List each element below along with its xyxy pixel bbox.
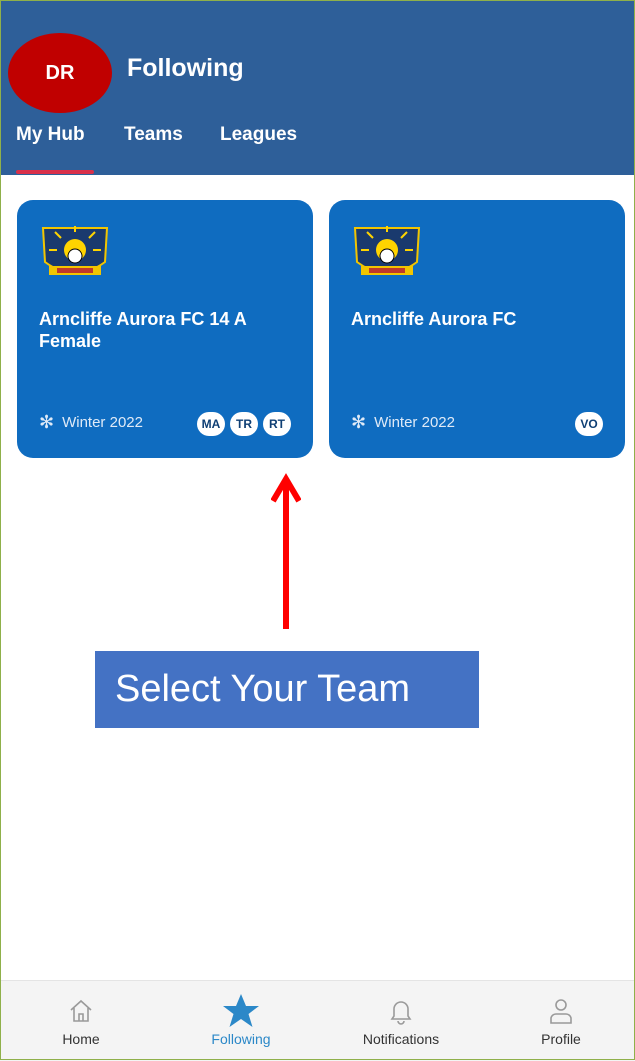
aurora-crest-icon	[41, 226, 109, 275]
nav-notifications[interactable]: Notifications	[336, 981, 466, 1061]
member-badge: MA	[197, 412, 225, 436]
nav-label: Profile	[541, 1031, 581, 1047]
season-label: Winter 2022	[62, 414, 143, 431]
member-badge: RT	[263, 412, 291, 436]
select-team-callout: Select Your Team	[95, 651, 479, 728]
nav-label: Home	[62, 1031, 100, 1047]
tab-bar: My Hub Teams Leagues	[0, 120, 635, 175]
star-icon	[223, 994, 259, 1027]
tab-my-hub[interactable]: My Hub	[16, 124, 85, 146]
page-title: Following	[127, 54, 244, 82]
member-badge: VO	[575, 412, 603, 436]
bell-icon	[390, 1001, 412, 1025]
up-arrow-annotation	[271, 473, 301, 629]
nav-label: Following	[211, 1031, 271, 1047]
nav-home[interactable]: Home	[16, 981, 146, 1061]
member-badge: TR	[230, 412, 258, 436]
bottom-nav: Home Following Notifications Profile	[0, 980, 635, 1061]
snowflake-icon: ✻	[39, 412, 55, 432]
aurora-crest-icon	[353, 226, 421, 275]
member-badges: MA TR RT	[197, 412, 291, 436]
app-header: DR Following My Hub Teams Leagues	[0, 0, 635, 175]
member-badges: VO	[575, 412, 603, 436]
active-tab-indicator	[16, 170, 94, 174]
tab-teams[interactable]: Teams	[124, 124, 183, 146]
avatar[interactable]: DR	[8, 33, 112, 113]
home-icon	[70, 999, 92, 1022]
season-row: ✻ Winter 2022	[39, 412, 143, 433]
snowflake-icon: ✻	[351, 412, 367, 432]
nav-label: Notifications	[362, 1031, 440, 1047]
nav-profile[interactable]: Profile	[496, 981, 626, 1061]
tab-leagues[interactable]: Leagues	[220, 124, 297, 146]
team-name: Arncliffe Aurora FC 14 A Female	[39, 309, 247, 351]
season-label: Winter 2022	[374, 414, 455, 431]
team-card[interactable]: Arncliffe Aurora FC ✻ Winter 2022 VO	[329, 200, 625, 458]
season-row: ✻ Winter 2022	[351, 412, 455, 433]
team-name: Arncliffe Aurora FC	[351, 309, 517, 329]
team-card[interactable]: Arncliffe Aurora FC 14 A Female ✻ Winter…	[17, 200, 313, 458]
nav-following[interactable]: Following	[176, 981, 306, 1061]
profile-icon	[550, 999, 572, 1024]
